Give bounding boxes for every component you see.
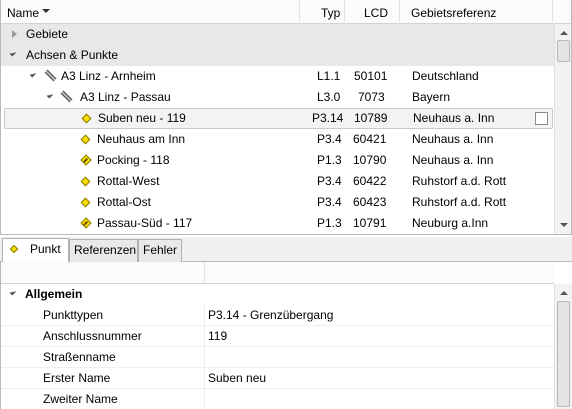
tab-label: Referenzen bbox=[74, 243, 137, 257]
row-typ: P3.4 bbox=[317, 132, 342, 146]
row-name: Gebiete bbox=[26, 27, 69, 41]
row-lcd: 10791 bbox=[353, 216, 387, 230]
property-row[interactable]: Straßenname bbox=[1, 347, 554, 368]
tree-row-gebiete[interactable]: Gebiete bbox=[1, 24, 554, 45]
point-icon bbox=[80, 176, 91, 187]
property-value[interactable]: 119 bbox=[208, 326, 227, 347]
row-gebietsreferenz: Ruhstorf a.d. Rott bbox=[412, 174, 507, 188]
row-lcd: 50101 bbox=[354, 69, 388, 83]
collapse-arrow-icon[interactable] bbox=[29, 70, 37, 78]
row-name: A3 Linz - Arnheim bbox=[61, 69, 156, 83]
row-typ: L1.1 bbox=[317, 69, 341, 83]
tree-vertical-scrollbar[interactable] bbox=[554, 24, 571, 234]
tree-row-achsen-punkte[interactable]: Achsen & Punkte bbox=[1, 45, 554, 66]
group-title: Allgemein bbox=[25, 287, 83, 301]
property-row[interactable]: Erster Name Suben neu bbox=[1, 368, 554, 389]
properties-header bbox=[1, 262, 554, 284]
property-label: Zweiter Name bbox=[43, 392, 118, 406]
row-lcd: 60422 bbox=[353, 174, 387, 188]
row-typ: P1.3 bbox=[317, 216, 342, 230]
row-typ: P3.4 bbox=[317, 195, 342, 209]
scroll-down-arrow-icon[interactable] bbox=[555, 217, 571, 234]
row-name: Rottal-Ost bbox=[97, 195, 152, 209]
row-typ: P3.4 bbox=[317, 174, 342, 188]
row-name: Passau-Süd - 117 bbox=[97, 216, 193, 230]
tree-row[interactable]: Neuhaus am Inn P3.4 60421 Neuhaus a. Inn bbox=[1, 129, 554, 150]
property-label: Punkttypen bbox=[43, 308, 104, 322]
column-header-typ[interactable]: Typ bbox=[321, 0, 340, 24]
property-value[interactable]: P3.14 - Grenzübergang bbox=[208, 305, 333, 326]
property-label: Anschlussnummer bbox=[43, 329, 142, 343]
row-typ: L3.0 bbox=[317, 90, 341, 104]
property-group-allgemein[interactable]: Allgemein bbox=[1, 284, 554, 305]
row-checkbox[interactable] bbox=[535, 112, 548, 125]
row-lcd: 7073 bbox=[358, 90, 385, 104]
row-name: Achsen & Punkte bbox=[26, 48, 119, 62]
expand-arrow-icon[interactable] bbox=[12, 30, 17, 38]
tree-row[interactable]: Passau-Süd - 117 P1.3 10791 Neuburg a.In… bbox=[1, 213, 554, 234]
column-header-lcd[interactable]: LCD bbox=[364, 0, 388, 24]
scroll-up-arrow-icon[interactable] bbox=[555, 284, 572, 301]
road-icon bbox=[44, 69, 57, 82]
point-icon bbox=[9, 244, 19, 254]
property-value[interactable]: Suben neu bbox=[208, 368, 266, 389]
row-name: Suben neu - 119 bbox=[98, 111, 186, 125]
collapse-arrow-icon[interactable] bbox=[9, 49, 17, 57]
property-row[interactable]: Anschlussnummer 119 bbox=[1, 326, 554, 347]
row-lcd: 10790 bbox=[353, 153, 387, 167]
row-name: Neuhaus am Inn bbox=[97, 132, 186, 146]
point-icon bbox=[80, 134, 91, 145]
column-header-gebietsreferenz[interactable]: Gebietsreferenz bbox=[411, 0, 496, 24]
tab-punkt[interactable]: Punkt bbox=[2, 238, 69, 262]
row-gebietsreferenz: Deutschland bbox=[412, 69, 479, 83]
junction-point-icon bbox=[80, 154, 92, 166]
row-gebietsreferenz: Ruhstorf a.d. Rott bbox=[412, 195, 507, 209]
tree-row[interactable]: Rottal-West P3.4 60422 Ruhstorf a.d. Rot… bbox=[1, 171, 554, 192]
junction-point-icon bbox=[80, 217, 92, 229]
scroll-thumb[interactable] bbox=[557, 301, 570, 407]
road-icon bbox=[60, 90, 73, 103]
row-gebietsreferenz: Neuhaus a. Inn bbox=[412, 132, 494, 146]
scroll-thumb[interactable] bbox=[557, 40, 570, 62]
row-name: Rottal-West bbox=[97, 174, 160, 188]
collapse-arrow-icon[interactable] bbox=[9, 288, 17, 296]
scroll-up-arrow-icon[interactable] bbox=[555, 24, 571, 41]
tab-label: Punkt bbox=[30, 242, 61, 256]
collapse-arrow-icon[interactable] bbox=[46, 91, 54, 99]
tab-fehler[interactable]: Fehler bbox=[138, 239, 182, 262]
property-row[interactable]: Zweiter Name bbox=[1, 389, 554, 409]
row-lcd: 60423 bbox=[353, 195, 387, 209]
tree-row[interactable]: Pocking - 118 P1.3 10790 Neuhaus a. Inn bbox=[1, 150, 554, 171]
row-gebietsreferenz: Neuhaus a. Inn bbox=[412, 153, 494, 167]
row-gebietsreferenz: Bayern bbox=[412, 90, 451, 104]
column-header-name[interactable]: Name bbox=[7, 0, 39, 24]
properties-vertical-scrollbar[interactable] bbox=[554, 284, 572, 409]
property-label: Erster Name bbox=[43, 371, 111, 385]
row-lcd: 10789 bbox=[354, 111, 388, 125]
property-label: Straßenname bbox=[43, 350, 116, 364]
row-name: Pocking - 118 bbox=[97, 153, 170, 167]
detail-tabs-bar: Punkt Referenzen Fehler bbox=[0, 237, 572, 262]
tree-row[interactable]: A3 Linz - Passau L3.0 7073 Bayern bbox=[1, 87, 554, 108]
tree-row[interactable]: A3 Linz - Arnheim L1.1 50101 Deutschland bbox=[1, 66, 554, 87]
sort-descending-icon bbox=[42, 9, 50, 13]
row-gebietsreferenz: Neuhaus a. Inn bbox=[413, 111, 495, 125]
tree-row-selected[interactable]: Suben neu - 119 P3.14 10789 Neuhaus a. I… bbox=[4, 108, 553, 129]
location-tree-table: Name Typ LCD Gebietsreferenz Gebiete Ach… bbox=[0, 0, 572, 235]
properties-panel: Allgemein Punkttypen P3.14 - Grenzüberga… bbox=[0, 262, 572, 409]
row-typ: P1.3 bbox=[317, 153, 342, 167]
tree-row[interactable]: Rottal-Ost P3.4 60423 Ruhstorf a.d. Rott bbox=[1, 192, 554, 213]
row-lcd: 60421 bbox=[353, 132, 387, 146]
row-typ: P3.14 bbox=[312, 111, 344, 125]
point-icon bbox=[81, 113, 92, 124]
row-gebietsreferenz: Neuburg a.Inn bbox=[412, 216, 489, 230]
tree-header: Name Typ LCD Gebietsreferenz bbox=[1, 0, 571, 24]
tab-referenzen[interactable]: Referenzen bbox=[69, 239, 138, 262]
property-row[interactable]: Punkttypen P3.14 - Grenzübergang bbox=[1, 305, 554, 326]
row-name: A3 Linz - Passau bbox=[80, 90, 171, 104]
tab-label: Fehler bbox=[143, 243, 178, 257]
point-icon bbox=[80, 197, 91, 208]
